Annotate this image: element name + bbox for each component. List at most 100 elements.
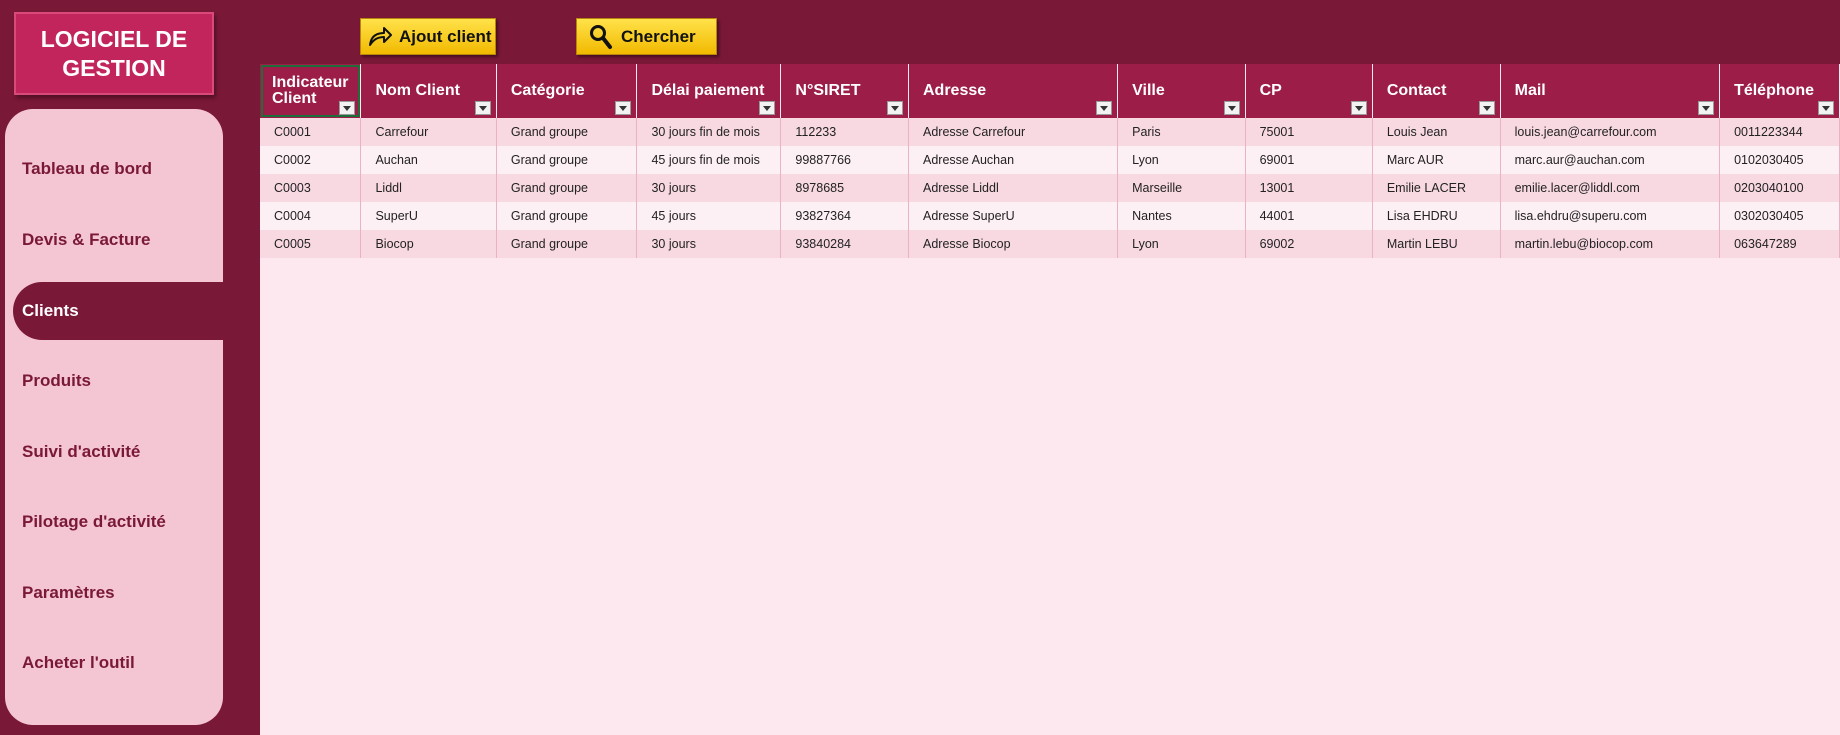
sidebar-item-6[interactable]: Paramètres [5, 564, 223, 622]
table-cell[interactable]: 69002 [1245, 230, 1373, 258]
table-cell[interactable]: 0102030405 [1719, 146, 1840, 174]
filter-dropdown-icon[interactable] [1478, 101, 1495, 115]
table-cell[interactable]: 93840284 [780, 230, 909, 258]
add-client-button[interactable]: Ajout client [360, 18, 496, 55]
filter-dropdown-icon[interactable] [339, 101, 356, 115]
table-cell[interactable]: 45 jours fin de mois [636, 146, 782, 174]
table-cell[interactable]: 0011223344 [1719, 118, 1840, 146]
filter-dropdown-icon[interactable] [615, 101, 632, 115]
table-cell[interactable]: 13001 [1245, 174, 1373, 202]
sidebar [5, 109, 223, 725]
table-cell[interactable]: Emilie LACER [1372, 174, 1501, 202]
filter-dropdown-icon[interactable] [887, 101, 903, 115]
table-cell[interactable]: C0004 [260, 202, 362, 230]
search-button[interactable]: Chercher [576, 18, 717, 55]
table-cell[interactable]: martin.lebu@biocop.com [1500, 230, 1721, 258]
table-cell[interactable]: 0203040100 [1719, 174, 1840, 202]
table-cell[interactable]: 0302030405 [1719, 202, 1840, 230]
column-header-2[interactable]: Catégorie [496, 64, 638, 118]
table-cell[interactable]: Liddl [360, 174, 497, 202]
table-cell[interactable]: C0003 [260, 174, 362, 202]
table-cell[interactable]: 45 jours [636, 202, 782, 230]
table-cell[interactable]: Marseille [1117, 174, 1246, 202]
table-cell[interactable]: Paris [1117, 118, 1246, 146]
table-row[interactable]: C0002 Auchan Grand groupe 45 jours fin de m… [260, 146, 1840, 174]
table-cell[interactable]: lisa.ehdru@superu.com [1500, 202, 1721, 230]
column-header-10[interactable]: Téléphone [1719, 64, 1840, 118]
table-cell[interactable]: louis.jean@carrefour.com [1500, 118, 1721, 146]
table-cell[interactable]: Marc AUR [1372, 146, 1501, 174]
table-cell[interactable]: Grand groupe [496, 174, 638, 202]
column-header-9[interactable]: Mail [1500, 64, 1721, 118]
table-cell[interactable]: 30 jours [636, 230, 782, 258]
table-cell[interactable]: marc.aur@auchan.com [1500, 146, 1721, 174]
filter-dropdown-icon[interactable] [1350, 101, 1367, 115]
table-cell[interactable]: Auchan [360, 146, 497, 174]
table-cell[interactable]: Adresse SuperU [908, 202, 1119, 230]
table-row[interactable]: C0001 Carrefour Grand groupe 30 jours fin d… [260, 118, 1840, 146]
column-header-label: Adresse [923, 82, 987, 99]
sidebar-item-7[interactable]: Acheter l'outil [5, 634, 223, 692]
column-header-8[interactable]: Contact [1372, 64, 1501, 118]
table-cell[interactable]: 112233 [780, 118, 909, 146]
table-cell[interactable]: Carrefour [360, 118, 497, 146]
column-header-label: Ville [1132, 82, 1165, 99]
table-cell[interactable]: Nantes [1117, 202, 1246, 230]
table-cell[interactable]: Louis Jean [1372, 118, 1501, 146]
table-cell[interactable]: SuperU [360, 202, 497, 230]
column-header-4[interactable]: N°SIRET [780, 64, 909, 118]
column-header-3[interactable]: Délai paiement [636, 64, 782, 118]
logo-text: LOGICIEL DE GESTION [40, 25, 188, 81]
sidebar-item-0[interactable]: Tableau de bord [5, 140, 223, 198]
filter-dropdown-icon[interactable] [1223, 101, 1240, 115]
filter-dropdown-icon[interactable] [1818, 101, 1834, 115]
table-cell[interactable]: emilie.lacer@liddl.com [1500, 174, 1721, 202]
table-cell[interactable]: 30 jours [636, 174, 782, 202]
table-cell[interactable]: Grand groupe [496, 146, 638, 174]
sidebar-item-label: Devis & Facture [22, 230, 151, 249]
table-cell[interactable]: 69001 [1245, 146, 1373, 174]
table-cell[interactable]: Adresse Liddl [908, 174, 1119, 202]
sidebar-item-4[interactable]: Suivi d'activité [5, 423, 223, 481]
table-cell[interactable]: Adresse Biocop [908, 230, 1119, 258]
table-cell[interactable]: Lisa EHDRU [1372, 202, 1501, 230]
sidebar-item-3[interactable]: Produits [5, 352, 223, 410]
table-cell[interactable]: 99887766 [780, 146, 909, 174]
sidebar-item-label: Produits [22, 371, 91, 390]
table-cell[interactable]: 44001 [1245, 202, 1373, 230]
column-header-5[interactable]: Adresse [908, 64, 1119, 118]
column-header-6[interactable]: Ville [1117, 64, 1246, 118]
sidebar-item-2[interactable]: Clients [13, 282, 223, 340]
table-cell[interactable]: C0005 [260, 230, 362, 258]
table-cell[interactable]: 93827364 [780, 202, 909, 230]
table-cell[interactable]: Martin LEBU [1372, 230, 1501, 258]
table-cell[interactable]: C0002 [260, 146, 362, 174]
table-cell[interactable]: Lyon [1117, 146, 1246, 174]
table-cell[interactable]: Grand groupe [496, 118, 638, 146]
filter-dropdown-icon[interactable] [1096, 101, 1113, 115]
table-cell[interactable]: 8978685 [780, 174, 909, 202]
table-cell[interactable]: Adresse Auchan [908, 146, 1119, 174]
table-row[interactable]: C0005 Biocop Grand groupe 30 jours 93840284 A… [260, 230, 1840, 258]
table-cell[interactable]: 30 jours fin de mois [636, 118, 782, 146]
column-header-1[interactable]: Nom Client [360, 64, 497, 118]
column-header-0[interactable]: Indicateur Client [260, 64, 362, 118]
table-row[interactable]: C0004 SuperU Grand groupe 45 jours 93827364 A… [260, 202, 1840, 230]
filter-dropdown-icon[interactable] [759, 101, 776, 115]
table-cell[interactable]: Biocop [360, 230, 497, 258]
sidebar-item-1[interactable]: Devis & Facture [5, 211, 223, 269]
column-header-7[interactable]: CP [1245, 64, 1373, 118]
table-cell[interactable]: Grand groupe [496, 230, 638, 258]
sidebar-item-5[interactable]: Pilotage d'activité [5, 493, 223, 551]
table-row[interactable]: C0003 Liddl Grand groupe 30 jours 8978685 Adr… [260, 174, 1840, 202]
column-header-label: Contact [1386, 82, 1447, 99]
table-cell[interactable]: 063647289 [1719, 230, 1840, 258]
table-cell[interactable]: Adresse Carrefour [908, 118, 1119, 146]
filter-dropdown-icon[interactable] [474, 101, 491, 115]
table-cell[interactable]: Grand groupe [496, 202, 638, 230]
table-cell[interactable]: 75001 [1245, 118, 1373, 146]
filter-dropdown-icon[interactable] [1698, 101, 1715, 115]
column-header-label: Délai paiement [651, 82, 765, 99]
table-cell[interactable]: C0001 [260, 118, 362, 146]
table-cell[interactable]: Lyon [1117, 230, 1246, 258]
